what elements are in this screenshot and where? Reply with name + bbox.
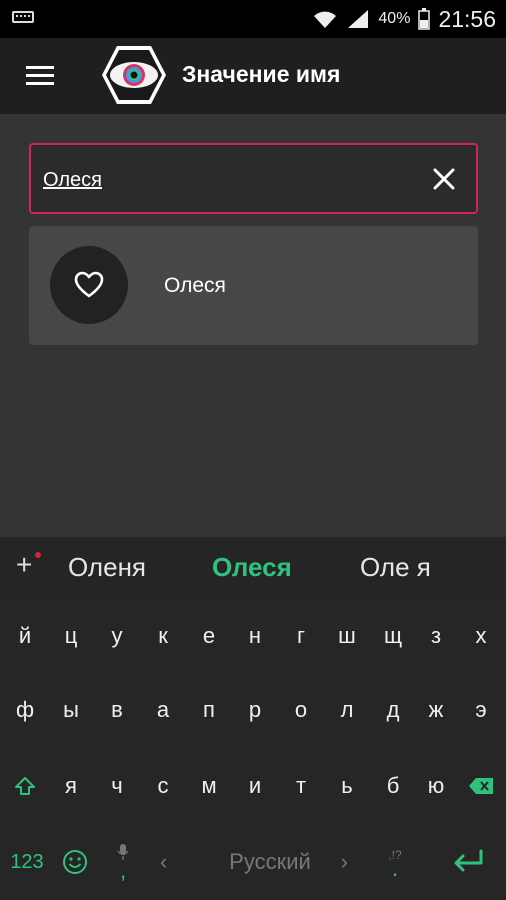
period-key[interactable]: ,!? . — [372, 832, 418, 892]
app-bar: Значение имя — [0, 38, 506, 114]
status-bar: 40% 21:56 — [0, 0, 506, 38]
period-label: . — [391, 856, 399, 881]
close-icon — [433, 168, 455, 190]
key[interactable]: с — [140, 756, 186, 816]
suggestion-bar: + Оленя Олеся Оле я — [0, 537, 506, 598]
key[interactable]: о — [278, 680, 324, 740]
key[interactable]: у — [94, 606, 140, 666]
eye-logo-icon — [102, 46, 166, 104]
clear-search-button[interactable] — [430, 165, 458, 193]
enter-key[interactable] — [440, 832, 496, 892]
notification-dot — [35, 552, 41, 558]
key[interactable]: к — [140, 606, 186, 666]
language-label: Русский — [229, 849, 311, 874]
key[interactable]: т — [278, 756, 324, 816]
clock: 21:56 — [438, 5, 496, 32]
key[interactable]: б — [370, 756, 416, 816]
key-row-4: 123 , ‹ Русский › ,!? . — [0, 832, 506, 892]
key[interactable]: м — [186, 756, 232, 816]
favorite-button[interactable] — [50, 246, 128, 324]
hamburger-icon-line — [26, 82, 54, 85]
enter-icon — [454, 849, 483, 872]
key-row-3: я ч с м и т ь б ю — [0, 756, 506, 816]
wifi-icon — [314, 10, 338, 28]
result-name: Олеся — [164, 274, 226, 297]
key[interactable]: ш — [324, 606, 370, 666]
search-input[interactable] — [43, 165, 413, 195]
key[interactable]: ю — [413, 756, 459, 816]
menu-button[interactable] — [26, 66, 54, 86]
key[interactable]: ы — [48, 680, 94, 740]
key[interactable]: щ — [370, 606, 416, 666]
chevron-right-icon: › — [340, 849, 348, 874]
key[interactable]: г — [278, 606, 324, 666]
result-item[interactable]: Олеся — [29, 226, 478, 345]
suggestion-left[interactable]: Оленя — [68, 552, 146, 583]
key[interactable]: н — [232, 606, 278, 666]
battery-icon — [418, 8, 431, 30]
comma-label: , — [119, 858, 127, 883]
key[interactable]: р — [232, 680, 278, 740]
chevron-left-icon: ‹ — [160, 849, 168, 874]
key[interactable]: в — [94, 680, 140, 740]
key[interactable]: и — [232, 756, 278, 816]
numbers-key[interactable]: 123 — [2, 832, 52, 892]
key[interactable]: х — [458, 606, 504, 666]
signal-icon — [348, 10, 369, 28]
smiley-icon — [63, 850, 87, 874]
suggestion-main[interactable]: Олеся — [212, 552, 292, 583]
battery-percent: 40% — [378, 10, 411, 27]
key[interactable]: ж — [413, 680, 459, 740]
key[interactable]: ф — [2, 680, 48, 740]
key[interactable]: д — [370, 680, 416, 740]
key[interactable]: з — [413, 606, 459, 666]
key[interactable]: п — [186, 680, 232, 740]
key[interactable]: е — [186, 606, 232, 666]
heart-icon — [74, 271, 104, 298]
shift-icon — [15, 777, 35, 795]
key[interactable]: а — [140, 680, 186, 740]
backspace-key[interactable] — [458, 756, 504, 816]
key[interactable]: л — [324, 680, 370, 740]
comma-key[interactable]: , — [100, 832, 146, 892]
hamburger-icon — [26, 66, 54, 69]
keyboard: й ц у к е н г ш щ з х ф ы в а п р о л д … — [0, 598, 506, 900]
key[interactable]: ч — [94, 756, 140, 816]
key[interactable]: э — [458, 680, 504, 740]
hamburger-icon-line — [26, 74, 54, 77]
key[interactable]: й — [2, 606, 48, 666]
search-box — [29, 143, 478, 214]
backspace-icon — [469, 778, 493, 794]
keyboard-notification-icon — [12, 11, 34, 23]
key[interactable]: я — [48, 756, 94, 816]
app-title: Значение имя — [182, 61, 341, 87]
key[interactable]: ь — [324, 756, 370, 816]
suggestion-right[interactable]: Оле я — [360, 552, 431, 583]
add-word-button[interactable]: + — [16, 550, 32, 580]
emoji-key[interactable] — [52, 832, 98, 892]
key[interactable]: ц — [48, 606, 94, 666]
space-key[interactable]: ‹ Русский › — [150, 832, 390, 892]
key-row-2: ф ы в а п р о л д ж э — [0, 680, 506, 740]
key-row-1: й ц у к е н г ш щ з х — [0, 606, 506, 666]
shift-key[interactable] — [2, 756, 48, 816]
